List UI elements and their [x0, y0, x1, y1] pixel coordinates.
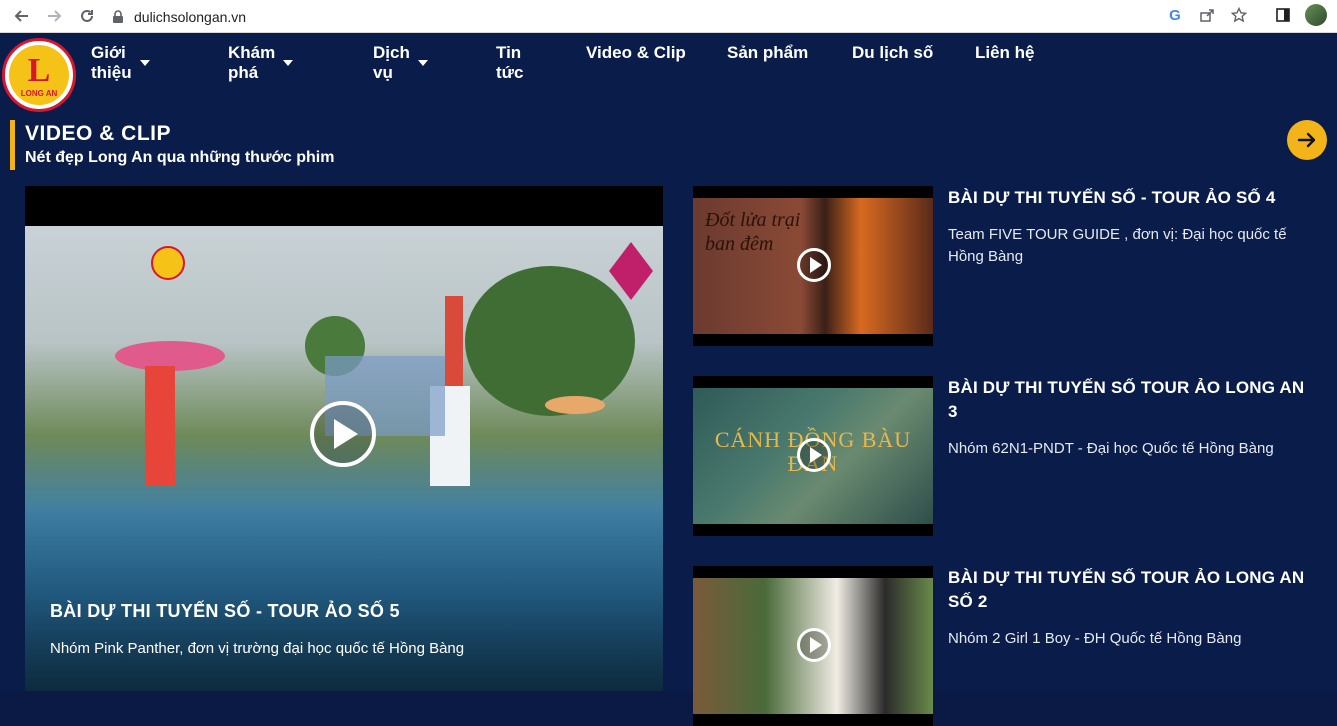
- play-button[interactable]: [797, 438, 831, 472]
- caret-down-icon: [139, 60, 150, 66]
- logo-l-mark: L: [27, 52, 51, 89]
- video-list-item[interactable]: CÁNH ĐỒNG BÀU ĐÀN BÀI DỰ THI TUYẾN SỐ TO…: [693, 376, 1327, 536]
- caret-down-icon: [417, 60, 428, 66]
- video-badge: [609, 242, 653, 300]
- play-icon: [809, 257, 822, 273]
- play-icon: [809, 447, 822, 463]
- nav-item-label: Tin tức: [496, 43, 524, 82]
- play-icon: [334, 419, 358, 449]
- bookmark-star-icon[interactable]: [1229, 5, 1249, 25]
- video-logo-watermark: [151, 246, 185, 280]
- play-icon: [809, 637, 822, 653]
- featured-video[interactable]: BÀI DỰ THI TUYẾN SỐ - TOUR ẢO SỐ 5 Nhóm …: [25, 186, 663, 691]
- nav-item-tin-tuc[interactable]: Tin tức: [496, 43, 523, 83]
- address-bar[interactable]: dulichsolongan.vn: [112, 4, 1292, 29]
- reload-icon[interactable]: [75, 4, 99, 28]
- nav-item-label: Sản phẩm: [727, 43, 809, 62]
- caret-down-icon: [283, 60, 294, 66]
- nav-item-label: Du lịch số: [852, 43, 934, 62]
- arrow-right-icon: [1297, 132, 1316, 148]
- browser-actions: G: [1165, 4, 1327, 26]
- play-button[interactable]: [310, 401, 376, 467]
- play-button[interactable]: [797, 248, 831, 282]
- video-title[interactable]: BÀI DỰ THI TUYẾN SỐ TOUR ẢO LONG AN SỐ 2: [948, 566, 1318, 614]
- video-thumbnail[interactable]: CÁNH ĐỒNG BÀU ĐÀN: [693, 376, 933, 536]
- back-icon[interactable]: [10, 4, 34, 28]
- browser-toolbar: dulichsolongan.vn G: [0, 0, 1337, 33]
- logo-text: LONG AN: [20, 89, 58, 98]
- video-thumbnail[interactable]: Đốt lửa trại ban đêm: [693, 186, 933, 346]
- logo-emblem: L LONG AN: [9, 45, 69, 105]
- nav-item-label: Video & Clip: [586, 43, 686, 62]
- section-accent-bar: [10, 120, 15, 170]
- share-icon[interactable]: [1197, 5, 1217, 25]
- nav-item-du-lich-so[interactable]: Du lịch số: [852, 43, 933, 63]
- featured-video-description: Nhóm Pink Panther, đơn vị trường đại học…: [50, 640, 465, 657]
- nav-item-kham-pha[interactable]: Khám phá: [228, 43, 294, 83]
- nav-item-label: Liên hệ: [975, 43, 1035, 62]
- video-title[interactable]: BÀI DỰ THI TUYẾN SỐ - TOUR ẢO SỐ 4: [948, 186, 1318, 210]
- google-icon[interactable]: G: [1165, 5, 1185, 25]
- url-text[interactable]: dulichsolongan.vn: [134, 9, 246, 25]
- side-panel-icon[interactable]: [1273, 5, 1293, 25]
- profile-avatar[interactable]: [1305, 4, 1327, 26]
- section-subtitle: Nét đẹp Long An qua những thước phim: [25, 149, 335, 166]
- video-title[interactable]: BÀI DỰ THI TUYẾN SỐ TOUR ẢO LONG AN 3: [948, 376, 1318, 424]
- featured-video-title[interactable]: BÀI DỰ THI TUYẾN SỐ - TOUR ẢO SỐ 5: [50, 601, 400, 622]
- video-list-item[interactable]: BÀI DỰ THI TUYẾN SỐ TOUR ẢO LONG AN SỐ 2…: [693, 566, 1327, 726]
- nav-item-san-pham[interactable]: Sản phẩm: [727, 43, 808, 63]
- lock-icon: [112, 9, 124, 24]
- nav-item-label: Giới thiệu: [91, 43, 132, 82]
- section-title: VIDEO & CLIP: [25, 122, 172, 145]
- forward-icon[interactable]: [42, 4, 66, 28]
- play-button[interactable]: [797, 628, 831, 662]
- video-thumbnail[interactable]: [693, 566, 933, 726]
- nav-item-gioi-thieu[interactable]: Giới thiệu: [91, 43, 150, 83]
- view-more-button[interactable]: [1287, 120, 1327, 160]
- nav-item-lien-he[interactable]: Liên hệ: [975, 43, 1035, 63]
- nav-item-label: Khám phá: [228, 43, 276, 82]
- nav-item-video-clip[interactable]: Video & Clip: [586, 43, 686, 63]
- video-description: Nhóm 2 Girl 1 Boy - ĐH Quốc tế Hồng Bàng: [948, 630, 1242, 647]
- site-logo[interactable]: L LONG AN: [2, 38, 76, 112]
- video-description: Team FIVE TOUR GUIDE , đơn vị: Đại học q…: [948, 226, 1287, 265]
- nav-item-label: Dịch vụ: [373, 43, 410, 82]
- page: L LONG AN Giới thiệu Khám phá Dịch vụ Ti…: [0, 33, 1337, 726]
- nav-item-dich-vu[interactable]: Dịch vụ: [373, 43, 428, 83]
- video-description: Nhóm 62N1-PNDT - Đại học Quốc tế Hồng Bà…: [948, 440, 1274, 457]
- video-list-item[interactable]: Đốt lửa trại ban đêm BÀI DỰ THI TUYẾN SỐ…: [693, 186, 1327, 346]
